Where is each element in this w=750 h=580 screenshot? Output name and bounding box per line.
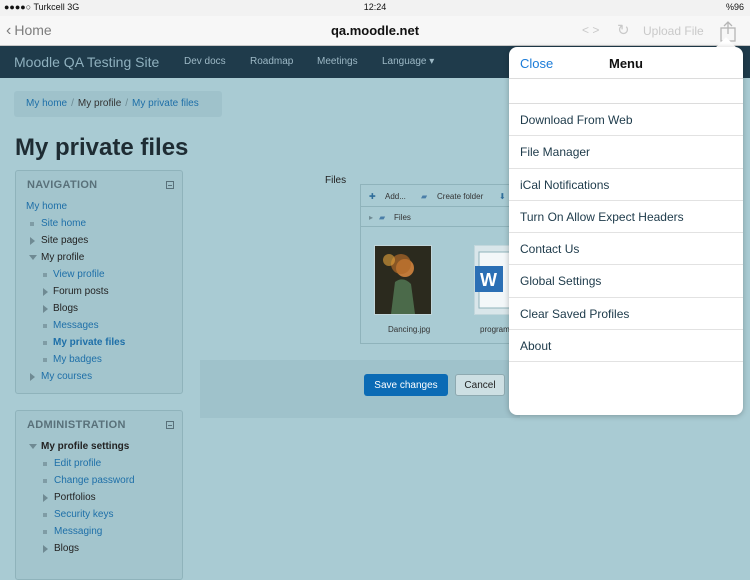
administration-heading: ADMINISTRATION bbox=[27, 419, 126, 431]
add-file-icon: ✚ bbox=[369, 192, 376, 201]
nav-badges[interactable]: My badges bbox=[53, 354, 102, 365]
menu-language[interactable]: Language ▾ bbox=[382, 56, 434, 67]
nav-private-files[interactable]: My private files bbox=[53, 337, 125, 348]
menu-item-clear-saved-profiles[interactable]: Clear Saved Profiles bbox=[509, 298, 743, 331]
menu-item-about[interactable]: About bbox=[509, 330, 743, 363]
menu-item-contact-us[interactable]: Contact Us bbox=[509, 233, 743, 266]
admin-security-keys[interactable]: Security keys bbox=[54, 509, 113, 520]
clock: 12:24 bbox=[363, 2, 387, 12]
breadcrumb: My home / My profile / My private files bbox=[14, 91, 222, 117]
collapse-icon[interactable] bbox=[166, 181, 174, 189]
popover-title: Menu bbox=[609, 56, 643, 71]
administration-block: ADMINISTRATION My profile settings Edit … bbox=[15, 410, 183, 580]
nav-my-profile[interactable]: My profile bbox=[41, 252, 84, 263]
battery-label: %96 bbox=[725, 2, 744, 12]
navigation-block: NAVIGATION My home Site home Site pages … bbox=[15, 170, 183, 394]
admin-portfolios[interactable]: Portfolios bbox=[54, 492, 96, 503]
menu-popover: Close Menu Download From Web File Manage… bbox=[509, 47, 743, 415]
svg-text:W: W bbox=[480, 270, 497, 290]
popover-spacer bbox=[509, 79, 743, 104]
nav-my-home[interactable]: My home bbox=[26, 201, 67, 212]
folder-icon: ▰ bbox=[421, 192, 428, 201]
photo-image bbox=[375, 246, 431, 314]
files-label: Files bbox=[325, 175, 347, 186]
nav-forum-posts[interactable]: Forum posts bbox=[53, 286, 109, 297]
collapse-icon[interactable] bbox=[166, 421, 174, 429]
file-manager: ✚ Add... ▰ Create folder ⬇ ▸ ▰ Files W D… bbox=[360, 184, 532, 344]
popover-header: Close Menu bbox=[509, 47, 743, 79]
save-changes-button[interactable]: Save changes bbox=[364, 374, 448, 396]
nav-my-courses[interactable]: My courses bbox=[41, 371, 92, 382]
site-name[interactable]: Moodle QA Testing Site bbox=[14, 54, 159, 70]
path-folder-icon: ▰ bbox=[379, 213, 386, 222]
menu-meetings[interactable]: Meetings bbox=[317, 56, 358, 67]
close-button[interactable]: Close bbox=[520, 56, 553, 71]
menu-item-ical-notifications[interactable]: iCal Notifications bbox=[509, 169, 743, 201]
nav-messages[interactable]: Messages bbox=[53, 320, 99, 331]
path-expand-icon: ▸ bbox=[369, 213, 374, 222]
path-label[interactable]: Files bbox=[394, 213, 411, 222]
download-icon[interactable]: ⬇ bbox=[499, 192, 506, 201]
create-folder-button[interactable]: Create folder bbox=[437, 192, 483, 201]
page-title: My private files bbox=[15, 134, 189, 161]
menu-item-file-manager[interactable]: File Manager bbox=[509, 136, 743, 169]
admin-messaging[interactable]: Messaging bbox=[54, 526, 102, 537]
browser-navbar: ‹ Home qa.moodle.net < > ↻ Upload File bbox=[0, 16, 750, 46]
nav-blogs[interactable]: Blogs bbox=[53, 303, 78, 314]
admin-edit-profile[interactable]: Edit profile bbox=[54, 458, 101, 469]
upload-file-button[interactable]: Upload File bbox=[643, 24, 704, 38]
breadcrumb-current[interactable]: My private files bbox=[132, 98, 199, 109]
breadcrumb-home[interactable]: My home bbox=[26, 98, 67, 109]
history-arrows[interactable]: < > bbox=[582, 23, 599, 37]
add-file-button[interactable]: Add... bbox=[385, 192, 406, 201]
admin-blogs[interactable]: Blogs bbox=[54, 543, 79, 554]
menu-item-global-settings[interactable]: Global Settings bbox=[509, 265, 743, 298]
nav-view-profile[interactable]: View profile bbox=[53, 269, 105, 280]
nav-site-home[interactable]: Site home bbox=[41, 218, 86, 229]
admin-change-password[interactable]: Change password bbox=[54, 475, 135, 486]
cancel-button[interactable]: Cancel bbox=[455, 374, 505, 396]
status-bar: ●●●●○ Turkcell 3G 12:24 %96 bbox=[0, 0, 750, 16]
navigation-heading: NAVIGATION bbox=[27, 179, 98, 191]
breadcrumb-profile[interactable]: My profile bbox=[78, 98, 121, 109]
menu-item-expect-headers[interactable]: Turn On Allow Expect Headers bbox=[509, 201, 743, 234]
file-thumbnail-dancing[interactable] bbox=[374, 245, 432, 315]
url-title: qa.moodle.net bbox=[330, 23, 420, 38]
menu-dev-docs[interactable]: Dev docs bbox=[184, 56, 226, 67]
menu-roadmap[interactable]: Roadmap bbox=[250, 56, 293, 67]
reload-icon[interactable]: ↻ bbox=[617, 21, 630, 39]
file-name-dancing: Dancing.jpg bbox=[388, 325, 431, 334]
menu-item-download-from-web[interactable]: Download From Web bbox=[509, 104, 743, 137]
admin-profile-settings[interactable]: My profile settings bbox=[41, 441, 129, 452]
nav-site-pages[interactable]: Site pages bbox=[41, 235, 88, 246]
